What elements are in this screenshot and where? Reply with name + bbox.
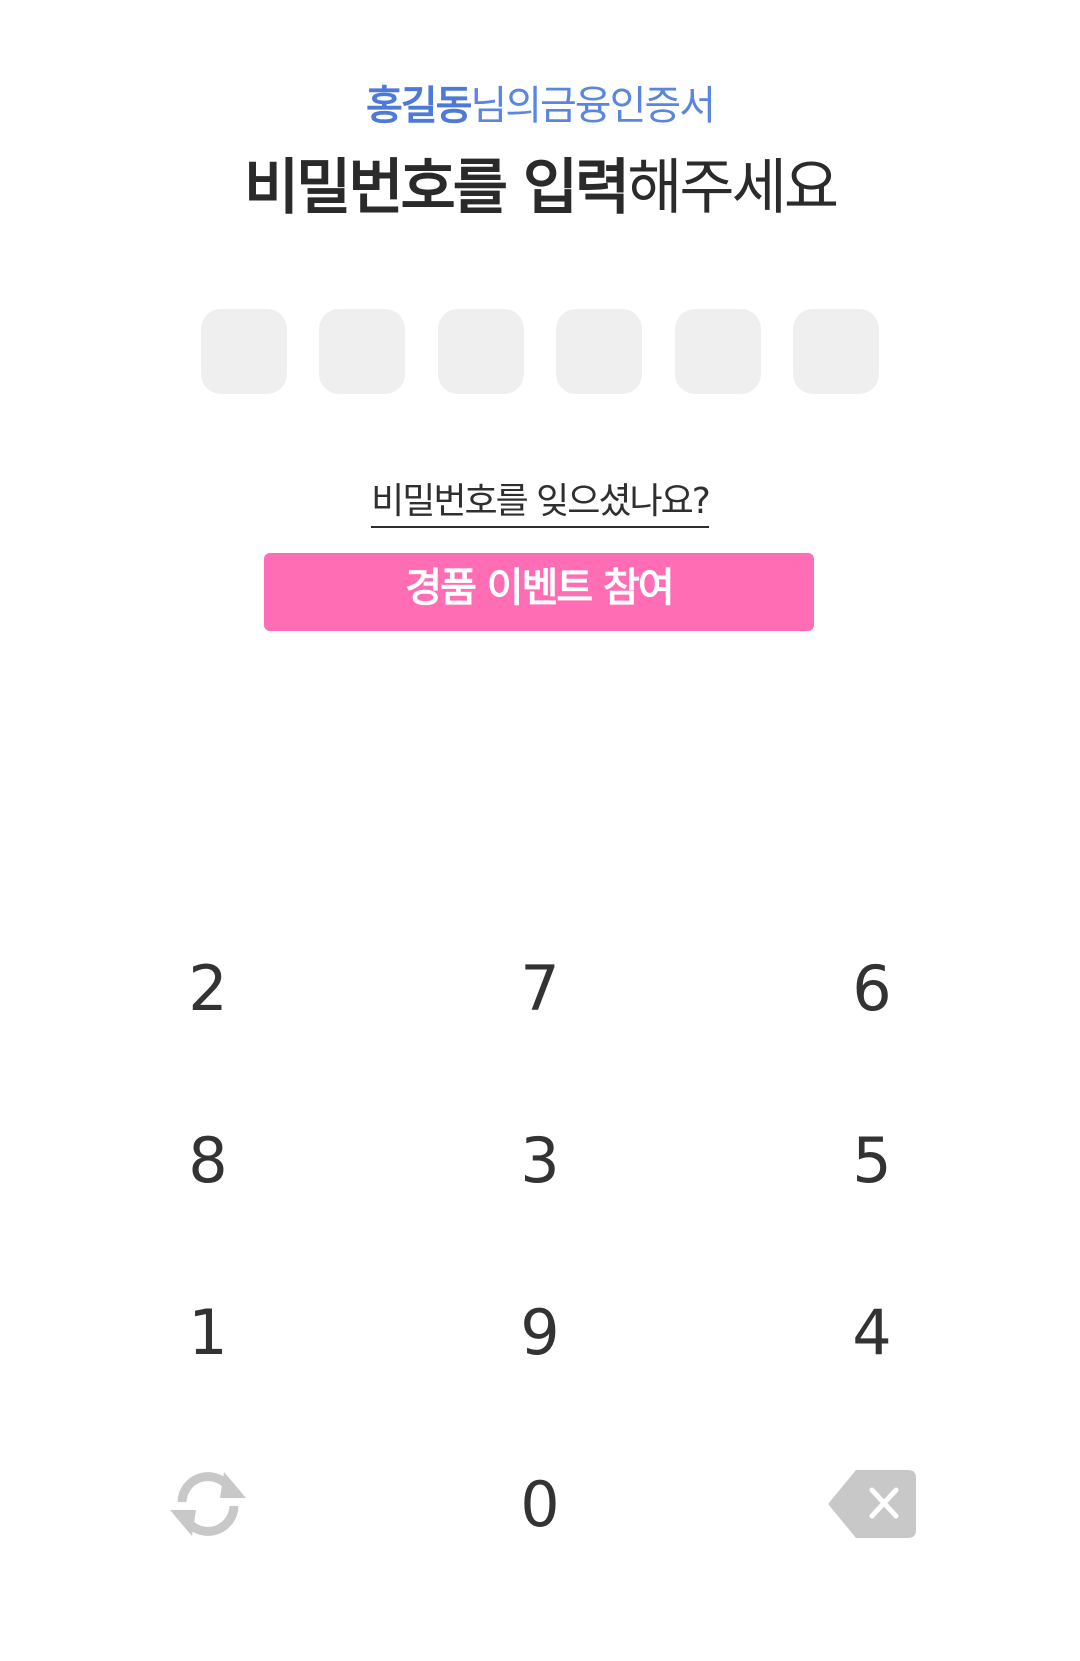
keypad-key[interactable]: 8 — [108, 1090, 308, 1230]
page-title: 비밀번호를 입력해주세요 — [0, 148, 1080, 228]
pin-digit-box — [201, 309, 287, 394]
keypad-key[interactable]: 4 — [772, 1262, 972, 1402]
certificate-owner-label: 홍길동님의금융인증서 — [0, 78, 1080, 134]
refresh-icon — [170, 1472, 246, 1536]
pin-indicator — [201, 309, 879, 394]
keypad-key[interactable]: 2 — [108, 918, 308, 1058]
page-title-regular: 해주세요 — [627, 153, 839, 223]
pin-digit-box — [437, 309, 524, 394]
keypad-key[interactable]: 0 — [440, 1434, 640, 1574]
keypad-shuffle-button[interactable] — [108, 1434, 308, 1574]
forgot-password-link[interactable]: 비밀번호를 잊으셨나요? — [371, 481, 711, 528]
keypad-key[interactable]: 3 — [440, 1090, 640, 1230]
pin-digit-box — [556, 309, 643, 394]
certificate-owner-suffix: 님의금융인증서 — [470, 83, 716, 129]
backspace-icon — [828, 1470, 916, 1538]
pin-digit-box — [792, 309, 879, 394]
pin-digit-box — [319, 309, 406, 394]
forgot-password-container: 비밀번호를 잊으셨나요? — [0, 472, 1080, 528]
page-title-bold: 비밀번호를 입력 — [243, 153, 630, 223]
keypad-key[interactable]: 7 — [440, 918, 640, 1058]
keypad-key[interactable]: 6 — [772, 918, 972, 1058]
keypad-key[interactable]: 1 — [108, 1262, 308, 1402]
keypad-key[interactable]: 9 — [440, 1262, 640, 1402]
keypad-key[interactable]: 5 — [772, 1090, 972, 1230]
certificate-owner-name: 홍길동 — [365, 83, 472, 129]
event-participate-button[interactable]: 경품 이벤트 참여 — [264, 553, 814, 631]
keypad-backspace-button[interactable] — [772, 1434, 972, 1574]
pin-digit-box — [674, 309, 761, 394]
